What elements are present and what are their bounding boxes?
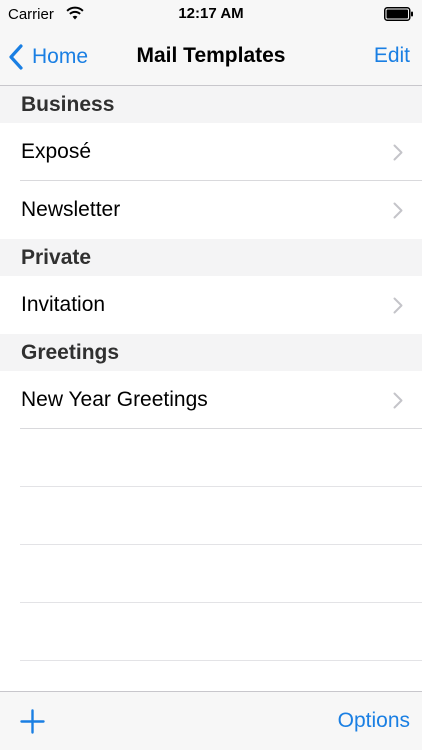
templates-list: Business Exposé Newsletter Private Invit… xyxy=(0,86,422,661)
section-header-business: Business xyxy=(0,86,422,123)
list-item-newsletter[interactable]: Newsletter xyxy=(0,181,422,239)
page-title: Mail Templates xyxy=(136,44,286,67)
list-item-label: New Year Greetings xyxy=(21,388,208,411)
list-item-invitation[interactable]: Invitation xyxy=(0,276,422,334)
clock-label: 12:17 AM xyxy=(178,5,244,22)
chevron-right-icon xyxy=(393,202,403,219)
status-bar: Carrier 12:17 AM xyxy=(0,0,422,30)
empty-row xyxy=(0,487,422,545)
chevron-right-icon xyxy=(393,144,403,161)
options-button[interactable]: Options xyxy=(338,709,410,733)
list-item-label: Exposé xyxy=(21,140,92,163)
section-header-private: Private xyxy=(0,239,422,276)
section-header-greetings: Greetings xyxy=(0,334,422,371)
list-item-label: Invitation xyxy=(21,293,106,316)
chevron-right-icon xyxy=(393,297,403,314)
list-item-expose[interactable]: Exposé xyxy=(0,123,422,181)
row-separator xyxy=(20,660,422,661)
empty-row xyxy=(0,603,422,661)
empty-row xyxy=(0,545,422,603)
bottom-toolbar: Options xyxy=(0,691,422,750)
edit-button[interactable]: Edit xyxy=(374,44,410,68)
battery-icon xyxy=(384,7,413,21)
empty-row xyxy=(0,429,422,487)
list-item-new-year-greetings[interactable]: New Year Greetings xyxy=(0,371,422,429)
list-item-label: Newsletter xyxy=(21,198,121,221)
screen: Carrier 12:17 AM Home Mail Templates Edi… xyxy=(0,0,422,750)
chevron-right-icon xyxy=(393,392,403,409)
plus-icon[interactable] xyxy=(20,709,45,734)
navigation-bar: Home Mail Templates Edit xyxy=(0,30,422,86)
